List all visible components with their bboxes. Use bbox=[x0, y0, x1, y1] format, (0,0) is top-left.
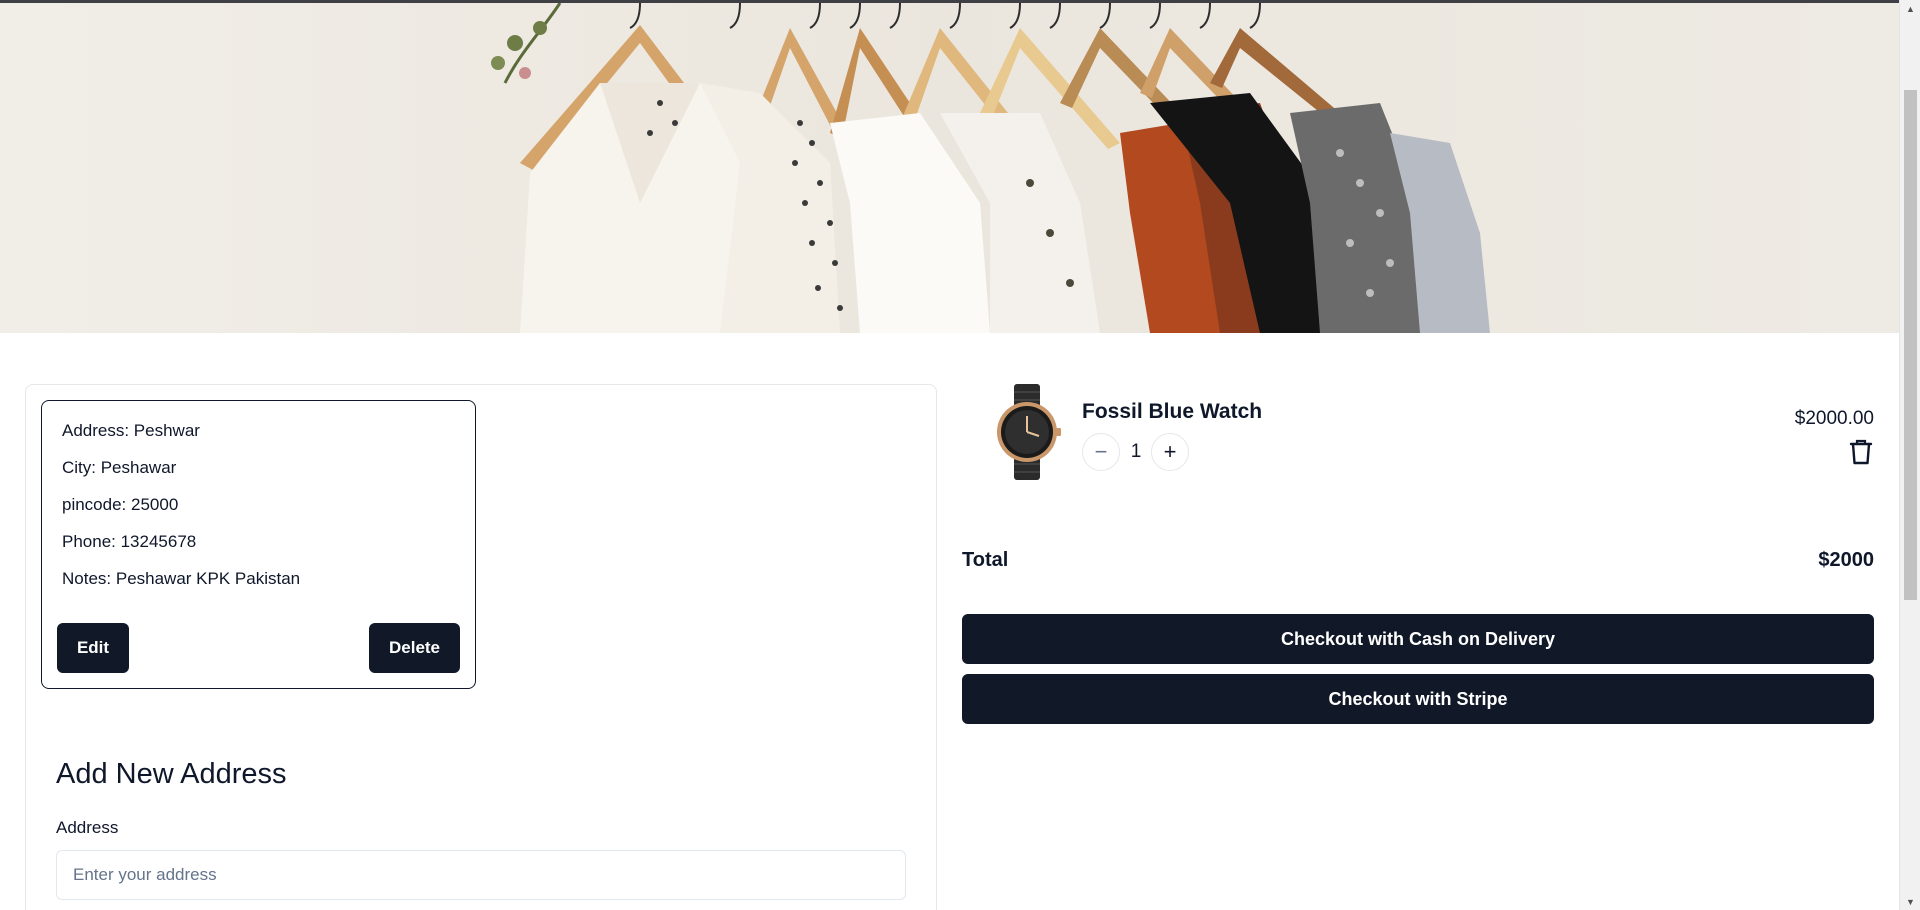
notes-line: Notes: Peshawar KPK Pakistan bbox=[62, 569, 301, 588]
trash-icon[interactable] bbox=[1848, 438, 1874, 466]
scroll-down-arrow-icon[interactable]: ▼ bbox=[1900, 893, 1920, 910]
add-address-heading: Add New Address bbox=[56, 758, 287, 790]
total-value: $2000 bbox=[1818, 549, 1874, 571]
page-scrollbar[interactable]: ▲ ▼ bbox=[1899, 0, 1920, 910]
total-label: Total bbox=[962, 549, 1009, 571]
address-input[interactable] bbox=[56, 850, 906, 900]
checkout-stripe-button[interactable]: Checkout with Stripe bbox=[962, 674, 1874, 724]
checkout-cash-on-delivery-button[interactable]: Checkout with Cash on Delivery bbox=[962, 614, 1874, 664]
plus-icon: + bbox=[1163, 439, 1177, 464]
edit-address-button[interactable]: Edit bbox=[57, 623, 129, 673]
item-price: $2000.00 bbox=[1794, 408, 1874, 429]
product-name: Fossil Blue Watch bbox=[1082, 400, 1263, 423]
city-line: City: Peshawar bbox=[62, 458, 177, 477]
increase-quantity-button[interactable]: + bbox=[1151, 433, 1189, 471]
saved-address-card: Address: Peshwar City: Peshawar pincode:… bbox=[41, 400, 476, 689]
product-image bbox=[984, 384, 1070, 480]
hero-banner-image bbox=[0, 3, 1899, 333]
scrollbar-thumb[interactable] bbox=[1904, 90, 1917, 600]
minus-icon: − bbox=[1094, 439, 1108, 464]
decrease-quantity-button[interactable]: − bbox=[1082, 433, 1120, 471]
address-field-label: Address bbox=[56, 818, 119, 837]
delete-address-button[interactable]: Delete bbox=[369, 623, 460, 673]
pincode-line: pincode: 25000 bbox=[62, 495, 179, 514]
phone-line: Phone: 13245678 bbox=[62, 532, 197, 551]
scroll-up-arrow-icon[interactable]: ▲ bbox=[1900, 0, 1920, 17]
quantity-value: 1 bbox=[1130, 441, 1142, 462]
address-line: Address: Peshwar bbox=[62, 421, 200, 440]
